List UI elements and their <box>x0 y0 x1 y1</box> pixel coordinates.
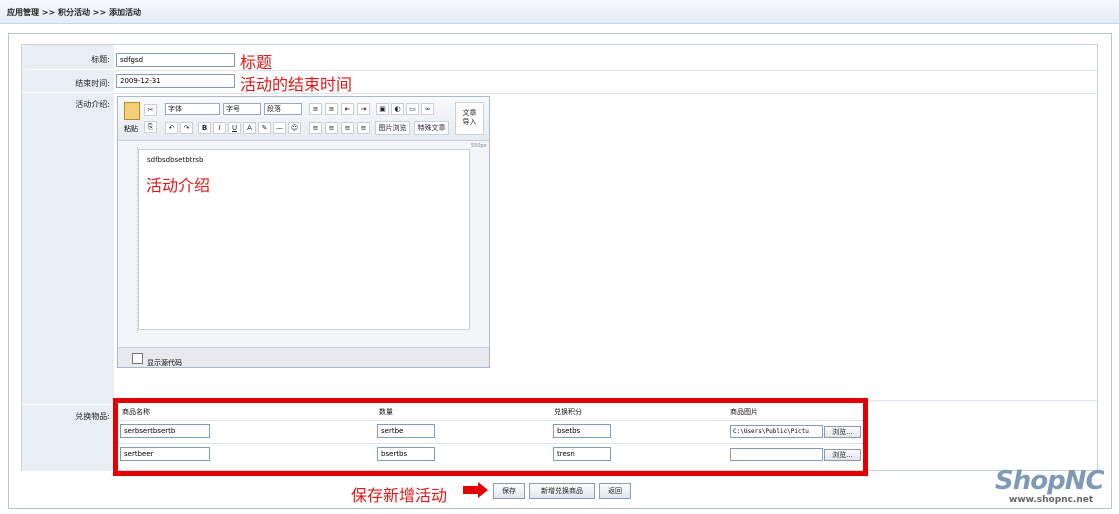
logo-wordmark: ShopNC <box>995 466 1105 496</box>
intro-annotation: 活动介绍 <box>146 176 211 195</box>
highlight-icon[interactable]: ✎ <box>258 122 271 134</box>
image-icon[interactable]: ▣ <box>376 103 389 115</box>
undo-icon[interactable]: ↶ <box>165 122 178 134</box>
goods-label: 兑换物品: <box>22 405 114 472</box>
breadcrumb: 应用管理 >> 积分活动 >> 添加活动 <box>7 8 141 17</box>
doc-import-button[interactable]: 文章 导入 <box>455 102 484 135</box>
italic-button[interactable]: I <box>213 122 226 134</box>
editor-footer: 显示源代码 <box>118 347 489 367</box>
arrow-right-icon <box>463 486 479 494</box>
align-center-icon[interactable]: ≡ <box>325 122 338 134</box>
table-divider <box>118 443 863 444</box>
goods-quantity-input[interactable]: sertbe <box>377 424 435 438</box>
rich-text-editor: 粘贴 ✂ ⎘ 字体 字号 段落 ≡ ≡ ⇤ ⇥ ▣ ◐ ▭ ∞ ↶ ↷ B I … <box>117 96 490 368</box>
paste-icon[interactable] <box>124 102 140 120</box>
flash-icon[interactable]: ◐ <box>391 103 404 115</box>
editor-toolbar: 粘贴 ✂ ⎘ 字体 字号 段落 ≡ ≡ ⇤ ⇥ ▣ ◐ ▭ ∞ ↶ ↷ B I … <box>118 97 489 141</box>
top-bar: 应用管理 >> 积分活动 >> 添加活动 <box>0 0 1119 24</box>
show-source-checkbox[interactable] <box>132 353 143 364</box>
emoticon-icon[interactable]: ☺ <box>288 122 301 134</box>
image-gallery-button[interactable]: 图片浏览 <box>375 121 410 135</box>
ruler-mark: 550px <box>471 143 487 149</box>
logo-url: www.shopnc.net <box>1009 495 1094 505</box>
table-icon[interactable]: ▭ <box>406 103 419 115</box>
font-color-icon[interactable]: A <box>243 122 256 134</box>
browse-button[interactable]: 浏览... <box>824 426 861 438</box>
unordered-list-icon[interactable]: ≡ <box>325 103 338 115</box>
editor-content-area[interactable]: sdfbsdbsetbtrsb 活动介绍 <box>138 149 470 330</box>
goods-image-file-input[interactable]: C:\Users\Public\Pictu <box>730 425 823 438</box>
save-button[interactable]: 保存 <box>493 483 525 499</box>
font-size-select[interactable]: 字号 <box>223 103 261 115</box>
title-label: 标题: <box>22 45 114 70</box>
underline-button[interactable]: U <box>228 122 241 134</box>
indent-icon[interactable]: ⇥ <box>357 103 370 115</box>
special-text-button[interactable]: 特殊文章 <box>414 121 449 135</box>
title-annotation: 标题 <box>240 53 273 72</box>
goods-points-input[interactable]: tresn <box>553 447 611 461</box>
goods-quantity-input[interactable]: bsertbs <box>377 447 435 461</box>
back-button[interactable]: 返回 <box>599 483 631 499</box>
editor-content-text: sdfbsdbsetbtrsb <box>147 156 204 164</box>
goods-header-name: 商品名称 <box>122 408 150 416</box>
goods-name-input[interactable]: serbsertbsertb <box>120 424 210 438</box>
end-time-annotation: 活动的结束时间 <box>240 75 353 94</box>
goods-points-input[interactable]: bsetbs <box>553 424 611 438</box>
goods-header-points: 兑换积分 <box>554 408 582 416</box>
paste-label: 粘贴 <box>124 125 138 133</box>
goods-table: 商品名称 数量 兑换积分 商品图片 serbsertbsertb sertbe … <box>113 398 868 476</box>
save-annotation: 保存新增活动 <box>351 486 448 505</box>
goods-image-file-input[interactable] <box>730 448 823 461</box>
outdent-icon[interactable]: ⇤ <box>341 103 354 115</box>
goods-header-quantity: 数量 <box>379 408 393 416</box>
cut-icon[interactable]: ✂ <box>144 104 157 116</box>
bold-button[interactable]: B <box>198 122 211 134</box>
editor-ruler <box>126 147 138 333</box>
goods-header-image: 商品图片 <box>730 408 758 416</box>
redo-icon[interactable]: ↷ <box>180 122 193 134</box>
align-left-icon[interactable]: ≡ <box>309 122 322 134</box>
align-justify-icon[interactable]: ≡ <box>357 122 370 134</box>
link-icon[interactable]: ∞ <box>421 103 434 115</box>
end-time-input[interactable]: 2009-12-31 <box>116 74 235 88</box>
intro-label: 活动介绍: <box>22 93 114 405</box>
end-time-label: 结束时间: <box>22 70 114 93</box>
align-right-icon[interactable]: ≡ <box>341 122 354 134</box>
arrow-head-icon <box>478 482 488 498</box>
shopnc-logo: ShopNC www.shopnc.net <box>995 466 1113 508</box>
browse-button[interactable]: 浏览... <box>824 449 861 461</box>
show-source-label: 显示源代码 <box>147 359 182 367</box>
add-goods-button[interactable]: 新增兑换商品 <box>529 483 595 499</box>
table-divider <box>118 420 863 421</box>
ordered-list-icon[interactable]: ≡ <box>309 103 322 115</box>
font-select[interactable]: 字体 <box>165 103 220 115</box>
copy-icon[interactable]: ⎘ <box>144 121 157 133</box>
horizontal-rule-icon[interactable]: — <box>273 122 286 134</box>
paragraph-select[interactable]: 段落 <box>264 103 302 115</box>
title-input[interactable]: sdfgsd <box>116 53 235 67</box>
goods-name-input[interactable]: sertbeer <box>120 447 210 461</box>
